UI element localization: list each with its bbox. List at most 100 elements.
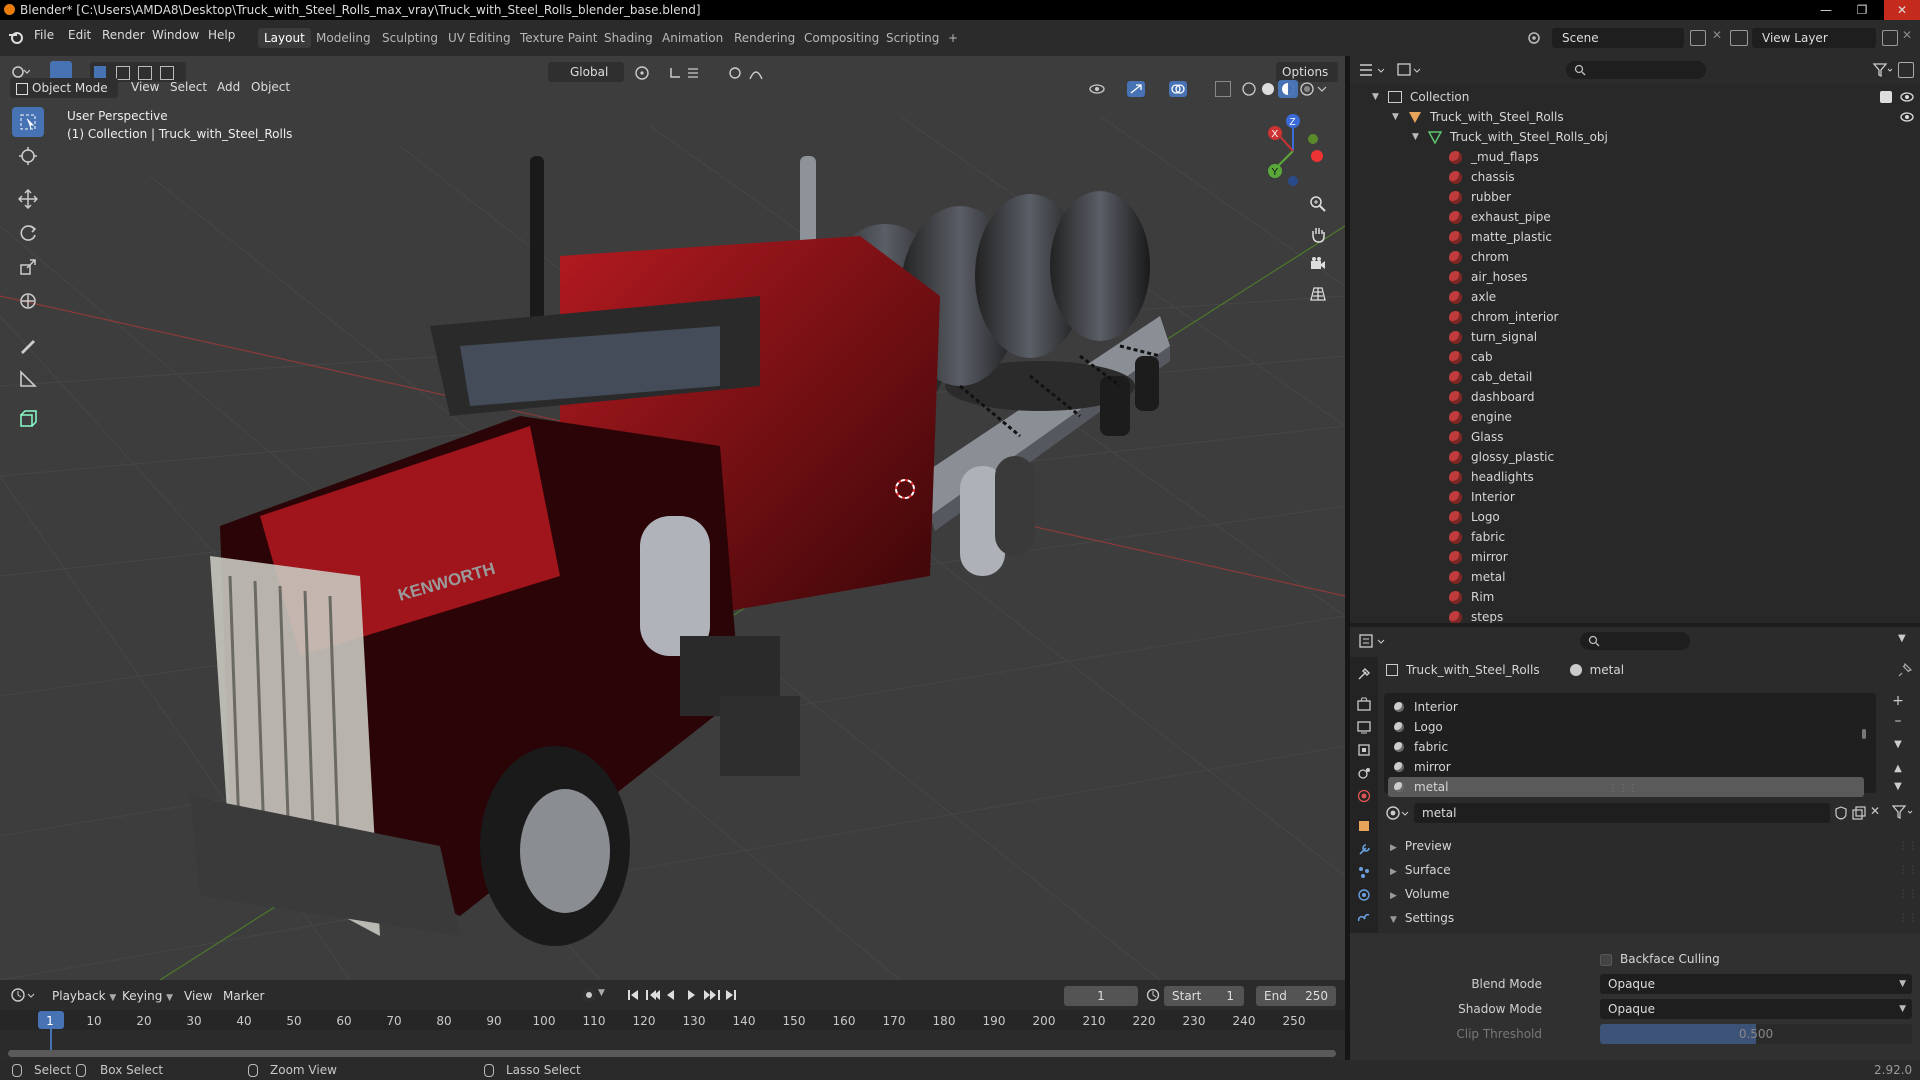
gizmo-toggle-icon[interactable] (1126, 80, 1156, 98)
material-slot[interactable]: fabric (1388, 737, 1864, 757)
new-collection-icon[interactable] (1898, 62, 1914, 78)
particles-tab-icon[interactable] (1354, 862, 1374, 882)
outliner-material-row[interactable]: chrom_interior (1350, 307, 1920, 327)
menu-render[interactable]: Render (102, 28, 145, 42)
physics-tab-icon[interactable] (1354, 885, 1374, 905)
blend-mode-dropdown[interactable]: Opaque ▼ (1600, 974, 1912, 994)
outliner-material-row[interactable]: Glass (1350, 427, 1920, 447)
timeline-panel[interactable]: Playback ▼ Keying ▼ View Marker ▼ 1 Star… (0, 980, 1345, 1060)
move-tool[interactable] (12, 184, 44, 214)
scene-icon[interactable] (1526, 30, 1544, 46)
zoom-icon[interactable] (1305, 191, 1331, 217)
tab-modeling[interactable]: Modeling (310, 28, 377, 48)
expand-toggle-icon[interactable]: ▼ (1372, 92, 1382, 102)
use-preview-range-icon[interactable] (1146, 988, 1160, 1002)
start-frame-field[interactable]: Start 1 (1164, 986, 1244, 1006)
outliner-panel[interactable]: ▼ Collection ▼ Truck_with_Steel_Rolls ▼ … (1350, 56, 1920, 623)
material-slot[interactable]: Logo (1388, 717, 1864, 737)
menu-edit[interactable]: Edit (68, 28, 91, 42)
outliner-material-row[interactable]: cab (1350, 347, 1920, 367)
tab-layout[interactable]: Layout (258, 28, 311, 48)
timeline-scrollbar[interactable] (8, 1050, 1336, 1057)
expand-toggle-icon[interactable]: ▼ (1412, 132, 1422, 142)
drag-handle-icon[interactable]: ⋮⋮ (1898, 865, 1918, 876)
shading-mode-buttons[interactable] (1240, 80, 1328, 98)
select-box-tool[interactable] (12, 107, 44, 137)
view-layer-tab-icon[interactable] (1354, 740, 1374, 760)
slot-specials-button[interactable]: ▼ (1888, 739, 1908, 757)
mode-selector[interactable]: Object Mode (10, 78, 118, 98)
timeline-menu-playback[interactable]: Playback ▼ (52, 989, 116, 1003)
delete-view-layer-icon[interactable]: ✕ (1902, 28, 1912, 42)
section-surface[interactable]: ▶ Surface (1390, 863, 1451, 877)
chevron-down-icon[interactable]: ▼ (598, 988, 606, 1000)
outliner-material-row[interactable]: glossy_plastic (1350, 447, 1920, 467)
outliner-material-row[interactable]: steps (1350, 607, 1920, 623)
outliner-collection-row[interactable]: ▼ Collection (1350, 87, 1920, 107)
add-cube-tool[interactable] (12, 404, 44, 434)
outliner-material-row[interactable]: headlights (1350, 467, 1920, 487)
annotate-tool[interactable] (12, 330, 44, 360)
delete-scene-icon[interactable]: ✕ (1712, 28, 1722, 42)
outliner-search-input[interactable] (1566, 61, 1706, 79)
current-frame-field[interactable]: 1 (1064, 986, 1138, 1006)
select-invert-icon[interactable] (160, 66, 174, 80)
move-slot-up-button[interactable]: ▲ (1888, 763, 1908, 779)
measure-tool[interactable] (12, 364, 44, 394)
section-preview[interactable]: ▶ Preview (1390, 839, 1452, 853)
timeline-editor-type-icon[interactable] (10, 986, 38, 1004)
tool-tab-icon[interactable] (1354, 664, 1374, 684)
minimize-icon[interactable]: — (1812, 0, 1840, 20)
duplicate-material-icon[interactable] (1852, 806, 1866, 820)
outliner-material-row[interactable]: dashboard (1350, 387, 1920, 407)
options-chevron-icon[interactable]: ▼ (1898, 633, 1914, 649)
select-extend-icon[interactable] (116, 66, 130, 80)
output-tab-icon[interactable] (1354, 717, 1374, 737)
snap-icon[interactable] (668, 65, 708, 81)
resize-handle-icon[interactable]: ⋮⋮⋮ (1608, 783, 1638, 794)
properties-search-input[interactable] (1580, 632, 1690, 650)
visibility-selectability-icon[interactable] (1088, 81, 1118, 97)
timeline-menu-keying[interactable]: Keying ▼ (122, 989, 173, 1003)
material-name-field[interactable]: metal (1414, 803, 1830, 823)
select-subtract-icon[interactable] (138, 66, 152, 80)
drag-handle-icon[interactable]: ⋮⋮ (1898, 889, 1918, 900)
exclude-checkbox[interactable] (1880, 91, 1892, 103)
outliner-material-row[interactable]: engine (1350, 407, 1920, 427)
move-slot-down-button[interactable]: ▼ (1888, 781, 1908, 797)
xray-toggle-icon[interactable] (1215, 81, 1231, 97)
viewport-menu-object[interactable]: Object (251, 80, 290, 94)
overlays-toggle-icon[interactable] (1168, 80, 1198, 98)
timeline-menu-marker[interactable]: Marker (223, 989, 264, 1003)
outliner-material-row[interactable]: _mud_flaps (1350, 147, 1920, 167)
viewport-menu-view[interactable]: View (131, 80, 159, 94)
fake-user-icon[interactable] (1834, 806, 1848, 820)
pan-hand-icon[interactable] (1305, 221, 1331, 247)
outliner-material-row[interactable]: air_hoses (1350, 267, 1920, 287)
add-workspace-button[interactable]: + (942, 28, 964, 48)
outliner-material-row[interactable]: fabric (1350, 527, 1920, 547)
3d-viewport[interactable]: KENWORTH Global Options Object Mode View (0, 56, 1345, 980)
expand-toggle-icon[interactable]: ▼ (1392, 112, 1402, 122)
pivot-point-icon[interactable] (634, 65, 662, 81)
outliner-material-row[interactable]: chassis (1350, 167, 1920, 187)
transform-tool[interactable] (12, 286, 44, 316)
shadow-mode-dropdown[interactable]: Opaque ▼ (1600, 999, 1912, 1019)
filter-icon[interactable] (1872, 62, 1894, 78)
unlink-material-icon[interactable]: ✕ (1870, 804, 1884, 820)
outliner-material-row[interactable]: rubber (1350, 187, 1920, 207)
new-view-layer-icon[interactable] (1882, 30, 1898, 46)
browse-material-icon[interactable] (1384, 803, 1412, 823)
outliner-material-row[interactable]: matte_plastic (1350, 227, 1920, 247)
modifier-tab-icon[interactable] (1354, 839, 1374, 859)
perspective-toggle-icon[interactable] (1305, 281, 1331, 307)
navigation-gizmo[interactable]: Z Y X (1255, 111, 1335, 191)
viewport-menu-select[interactable]: Select (170, 80, 207, 94)
properties-panel[interactable]: ▼ Truck_with_Steel_Rolls metal Interior L… (1350, 627, 1920, 1060)
outliner-material-row[interactable]: mirror (1350, 547, 1920, 567)
options-dropdown[interactable]: Options (1276, 62, 1338, 82)
drag-handle-icon[interactable]: ⋮⋮ (1898, 913, 1918, 924)
tab-texture-paint[interactable]: Texture Paint (514, 28, 603, 48)
scene-tab-icon[interactable] (1354, 763, 1374, 783)
menu-window[interactable]: Window (152, 28, 199, 42)
